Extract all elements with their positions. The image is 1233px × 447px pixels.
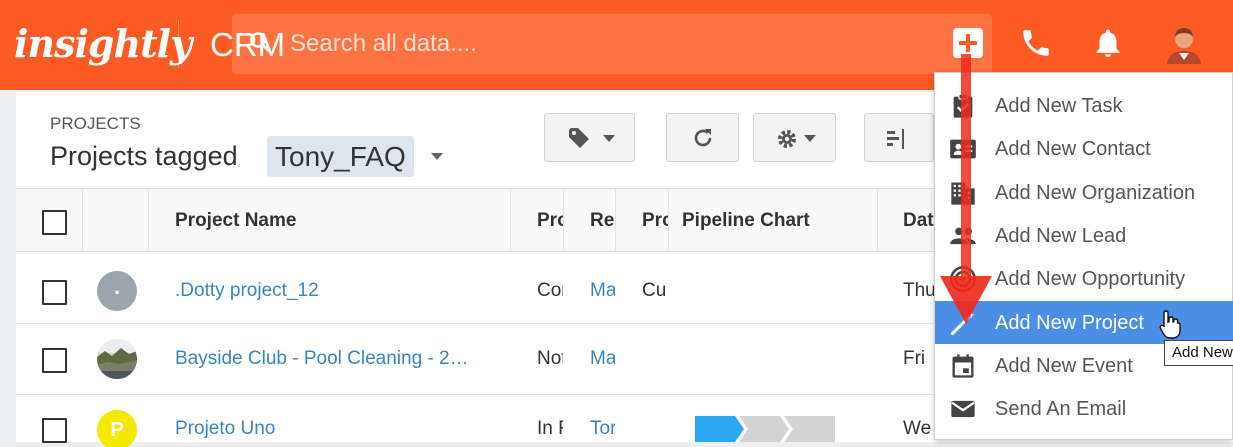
pipeline-stage (739, 416, 789, 442)
column-divider (668, 188, 669, 252)
tooltip: Add New (1164, 340, 1233, 366)
column-divider (82, 188, 83, 252)
menu-item-label: Send An Email (995, 398, 1127, 420)
search-icon (250, 32, 271, 53)
phone-icon[interactable] (1019, 26, 1053, 60)
column-header-date[interactable]: Dat (903, 209, 935, 233)
gear-icon (778, 130, 796, 148)
column-header-responsible[interactable]: Re (590, 209, 615, 233)
columns-icon (887, 129, 904, 149)
landscape-photo-icon (97, 339, 137, 379)
page-title: Projects tagged (50, 141, 238, 171)
tag-selector[interactable]: Tony_FAQ (267, 136, 414, 177)
menu-item-label: Add New Task (995, 95, 1123, 117)
project-name-link[interactable]: Bayside Club - Pool Cleaning - 2… (175, 347, 495, 371)
chevron-down-icon (804, 135, 816, 142)
pipeline-chart (695, 416, 835, 442)
bell-icon[interactable] (1091, 26, 1125, 60)
column-divider (877, 188, 878, 252)
project-avatar: P (97, 410, 137, 447)
responsible-user-link[interactable]: Tor (590, 417, 615, 441)
row-checkbox[interactable] (42, 418, 67, 443)
column-header-pipeline-chart[interactable]: Pipeline Chart (682, 209, 872, 233)
project-name-link[interactable]: Projeto Uno (175, 417, 495, 441)
refresh-icon (694, 129, 712, 147)
hand-cursor-icon (1159, 310, 1181, 339)
chevron-down-icon[interactable] (431, 153, 443, 160)
project-name-link[interactable]: .Dotty project_12 (175, 279, 495, 303)
column-divider (510, 188, 511, 252)
pipeline-stage (784, 416, 835, 442)
row-divider (16, 394, 936, 395)
project-date: Fri (903, 348, 926, 369)
menu-item-send-email[interactable]: Send An Email (935, 387, 1233, 430)
tag-filter-button[interactable] (544, 113, 635, 162)
pipeline-stage-active (695, 416, 744, 442)
user-avatar[interactable] (1163, 22, 1205, 64)
menu-item-label: Add New Event (995, 355, 1133, 377)
menu-item-label: Add New Contact (995, 138, 1151, 160)
menu-item-label: Add New Organization (995, 182, 1196, 204)
chevron-down-icon (603, 135, 615, 142)
project-status: Cor (537, 280, 563, 301)
annotation-arrow-icon (940, 54, 992, 324)
tag-icon (569, 128, 589, 148)
menu-item-label: Add New Opportunity (995, 268, 1186, 290)
column-header-status[interactable]: Pro (537, 209, 563, 233)
search-input[interactable] (290, 28, 890, 60)
responsible-user-link[interactable]: Ma (590, 279, 615, 303)
project-date: Thu (903, 280, 935, 301)
project-status: Not (537, 348, 563, 369)
project-date: We (903, 418, 932, 439)
envelope-icon (951, 400, 975, 418)
app-window: insightly CRM PROJECTS Projects tagged T… (0, 0, 1233, 447)
row-checkbox[interactable] (42, 280, 67, 305)
refresh-button[interactable] (666, 113, 739, 162)
project-status: In F (537, 418, 563, 439)
breadcrumb[interactable]: PROJECTS (50, 114, 141, 134)
select-all-checkbox[interactable] (42, 210, 67, 235)
column-header-category[interactable]: Pro (642, 209, 668, 233)
project-avatar: . (97, 271, 137, 311)
project-avatar (97, 339, 137, 379)
menu-item-label: Add New Lead (995, 225, 1127, 247)
settings-button[interactable] (753, 113, 836, 162)
column-divider (615, 188, 616, 252)
responsible-user-link[interactable]: Ma (590, 347, 615, 371)
logo-divider (178, 20, 179, 68)
menu-item-label: Add New Project (995, 312, 1144, 334)
column-divider (563, 188, 564, 252)
column-divider (148, 188, 149, 252)
column-layout-button[interactable] (864, 113, 934, 162)
row-divider (16, 323, 936, 324)
column-header-project-name[interactable]: Project Name (175, 209, 495, 233)
project-category: Cu (642, 280, 667, 301)
row-checkbox[interactable] (42, 348, 67, 373)
logo[interactable]: insightly (14, 20, 192, 68)
calendar-icon (952, 354, 974, 378)
